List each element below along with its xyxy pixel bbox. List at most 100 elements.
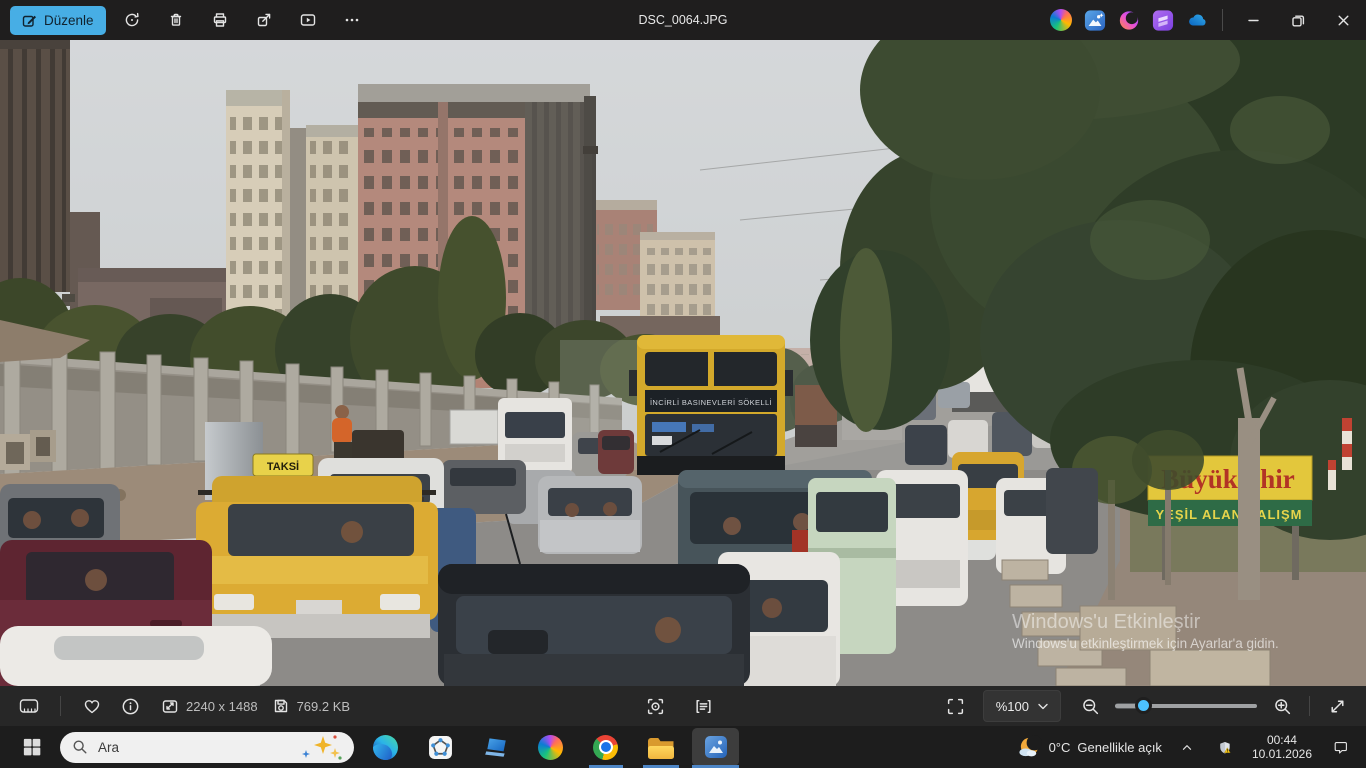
more-options-button[interactable] [334,4,370,36]
fit-to-window-button[interactable] [939,690,973,722]
taxi-main: TAKSİ [196,454,438,638]
weather-condition: Genellikle açık [1077,740,1162,755]
photo-viewer: Büyükşehir YEŞİL ALAN ÇALIŞM [0,40,1366,686]
onedrive-app-button[interactable] [1180,0,1214,40]
zoom-in-icon [1273,697,1292,716]
slideshow-button[interactable] [290,4,326,36]
bus-destination-sign: İNCİRLİ BASINEVLERİ SÖKELLİ [650,398,772,407]
search-highlights-sparkle-icon [298,732,344,762]
fullscreen-button[interactable] [1320,690,1354,722]
taskbar-chrome-button[interactable] [582,728,629,766]
filmstrip-icon [18,696,40,716]
more-dots-icon [343,11,361,29]
zoom-in-button[interactable] [1265,690,1299,722]
filmstrip-toggle-button[interactable] [12,690,46,722]
chrome-icon [593,735,618,760]
security-shield-icon [1218,737,1232,758]
designer-swirl-icon [1118,9,1140,32]
filesize-group: 769.2 KB [272,697,351,715]
onedrive-cloud-icon [1186,8,1208,33]
zoom-out-icon [1081,697,1100,716]
geogebra-icon [428,735,453,760]
taskbar-edge-button[interactable] [362,728,409,766]
close-icon [1334,11,1353,30]
visual-search-icon [646,697,665,716]
taskbar-geogebra-button[interactable] [417,728,464,766]
taskbar-pc-button[interactable] [472,728,519,766]
clipchamp-icon [1152,9,1174,32]
zoom-level-value: %100 [996,699,1029,714]
weather-night-icon [1017,735,1042,760]
copilot-icon [1050,9,1072,31]
rotate-button[interactable] [114,4,150,36]
edit-icon [22,13,37,28]
dimensions-group: 2240 x 1488 [161,697,258,715]
minimize-button[interactable] [1231,0,1276,40]
heart-icon [82,696,102,716]
copilot-icon [538,735,563,760]
notification-center-button[interactable] [1326,728,1354,766]
taskbar-search-box[interactable] [60,732,354,763]
print-button[interactable] [202,4,238,36]
photo-status-bar: 2240 x 1488 769.2 KB [0,686,1366,726]
file-info-button[interactable] [113,690,147,722]
taskbar-copilot-button[interactable] [527,728,574,766]
zoom-slider-thumb[interactable] [1135,697,1152,714]
laptop-icon [483,734,509,760]
edit-button-label: Düzenle [44,13,94,28]
edit-button[interactable]: Düzenle [10,6,106,35]
security-tray-button[interactable] [1212,728,1238,766]
restore-button[interactable] [1276,0,1321,40]
statusbar-divider [60,696,61,716]
notification-bubble-icon [1332,737,1348,757]
file-explorer-icon [648,738,674,759]
share-button[interactable] [246,4,282,36]
taskbar-clock[interactable]: 00:44 10.01.2026 [1252,733,1312,761]
restore-icon [1289,11,1308,30]
visual-search-button[interactable] [638,690,672,722]
info-icon [121,697,140,716]
favorite-button[interactable] [75,690,109,722]
start-button[interactable] [12,728,52,766]
designer-app-button[interactable] [1112,0,1146,40]
copilot-app-button[interactable] [1044,0,1078,40]
taxi-roof-sign: TAKSİ [267,460,299,473]
windows-logo-icon [21,736,43,758]
taskbar-weather-widget[interactable]: 0°C Genellikle açık [1017,735,1162,760]
trash-icon [167,11,185,29]
slideshow-icon [299,11,317,29]
tray-overflow-button[interactable] [1176,728,1198,766]
file-size: 769.2 KB [297,699,351,714]
photo-canvas[interactable]: Büyükşehir YEŞİL ALAN ÇALIŞM [0,40,1366,686]
clipchamp-app-button[interactable] [1146,0,1180,40]
delete-button[interactable] [158,4,194,36]
ocr-text-icon [694,697,713,716]
double-decker-bus: İNCİRLİ BASINEVLERİ SÖKELLİ [629,335,793,475]
rotate-icon [123,11,141,29]
search-input[interactable] [96,739,290,756]
zoom-out-button[interactable] [1073,690,1107,722]
clock-time: 00:44 [1267,733,1297,747]
search-icon [72,739,88,755]
taskbar-explorer-button[interactable] [637,728,684,766]
statusbar-divider-right [1309,696,1310,716]
close-button[interactable] [1321,0,1366,40]
chevron-down-icon [1038,703,1048,710]
fit-screen-icon [946,697,965,716]
text-extract-button[interactable] [686,690,720,722]
dimensions-icon [161,697,179,715]
ai-edit-app-button[interactable] [1078,0,1112,40]
titlebar: Düzenle [0,0,1366,40]
weather-temperature: 0°C [1049,740,1071,755]
windows-taskbar: 0°C Genellikle açık 00:44 10.01.2026 [0,726,1366,768]
zoom-slider[interactable] [1115,690,1257,722]
filesize-icon [272,697,290,715]
titlebar-separator [1222,9,1223,31]
minimize-icon [1244,11,1263,30]
image-dimensions: 2240 x 1488 [186,699,258,714]
share-icon [255,11,273,29]
ai-edit-icon [1084,9,1106,32]
zoom-level-dropdown[interactable]: %100 [983,690,1061,722]
taskbar-photos-button[interactable] [692,728,739,766]
photos-app-window: Düzenle [0,0,1366,768]
